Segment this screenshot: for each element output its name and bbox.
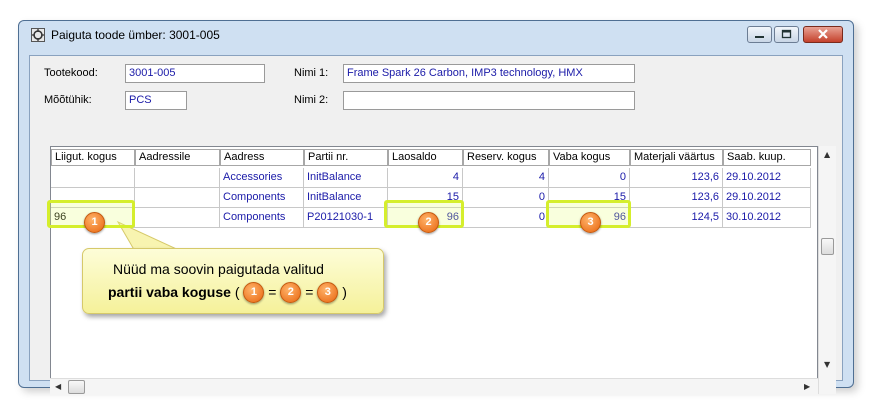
callout-open-paren: ( [230,284,244,301]
callout-close-paren: ) [338,284,347,301]
callout-bold-text: partii vaba koguse [108,284,231,301]
step-badge-1: 1 [84,212,105,233]
step-badge-2: 2 [418,212,439,233]
callout-badge-2: 2 [280,282,302,303]
instruction-callout: Nüüd ma soovin paigutada valitud partii … [82,248,384,314]
callout-line-1: Nüüd ma soovin paigutada valitud [113,261,324,277]
callout-equals-2: = [301,284,318,301]
callout-badge-1: 1 [243,282,265,303]
callout-equals-1: = [264,284,281,301]
callout-badge-3: 3 [317,282,339,303]
callout-line-2: partii vaba koguse ( 1 = 2 = 3 ) [108,282,347,304]
step-badge-3: 3 [580,212,601,233]
